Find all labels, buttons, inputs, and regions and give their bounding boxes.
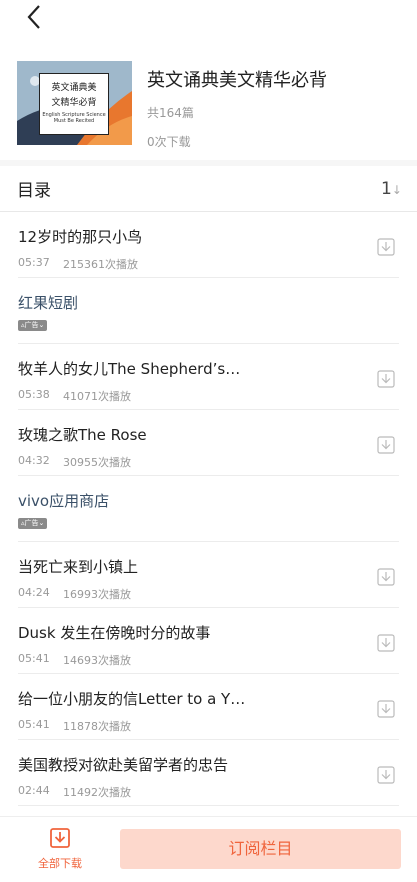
list-item[interactable]: 玫瑰之歌The Rose 04:32 30955次播放 (0, 410, 417, 476)
cover-subtitle: English Scripture Science Must Be Recite… (40, 112, 108, 124)
ad-item[interactable]: 红果短剧 ▵广告⌄ (0, 278, 417, 344)
item-plays: 11492次播放 (63, 786, 131, 799)
item-title: 当死亡来到小镇上 (18, 558, 139, 576)
item-duration: 04:32 (18, 454, 50, 467)
item-title: 玫瑰之歌The Rose (18, 426, 147, 444)
bottom-bar: 全部下载 订阅栏目 (0, 816, 417, 882)
cover-title-box: 英文诵典美 文精华必背 English Scripture Science Mu… (39, 73, 109, 135)
chevron-left-icon (27, 5, 40, 29)
ad-badge: ▵广告⌄ (18, 320, 48, 331)
ad-title: 红果短剧 (18, 294, 79, 312)
download-icon[interactable] (377, 568, 395, 586)
download-all-button[interactable]: 全部下载 (30, 827, 90, 871)
item-title: Dusk 发生在傍晚时分的故事 (18, 624, 211, 642)
item-plays: 14693次播放 (63, 654, 131, 667)
sort-label: 1 (381, 179, 392, 199)
download-all-icon (50, 828, 70, 848)
sort-arrow-icon: ↓ (391, 183, 402, 197)
item-plays: 215361次播放 (63, 258, 138, 271)
item-duration: 05:38 (18, 388, 50, 401)
download-icon[interactable] (377, 238, 395, 256)
item-duration: 04:24 (18, 586, 50, 599)
item-duration: 05:41 (18, 718, 50, 731)
download-icon[interactable] (377, 634, 395, 652)
section-divider (0, 160, 417, 166)
download-icon[interactable] (377, 436, 395, 454)
list-item[interactable]: 12岁时的那只小鸟 05:37 215361次播放 (0, 212, 417, 278)
item-title: 给一位小朋友的信Letter to a Y… (18, 690, 246, 708)
item-title: 牧羊人的女儿The Shepherd’s… (18, 360, 241, 378)
list-item[interactable]: 当死亡来到小镇上 04:24 16993次播放 (0, 542, 417, 608)
ad-badge: ▵广告⌄ (18, 518, 48, 529)
item-title: 12岁时的那只小鸟 (18, 228, 143, 246)
cover-title-line2: 文精华必背 (51, 98, 97, 108)
album-title: 英文诵典美文精华必背 (147, 70, 327, 91)
download-icon[interactable] (377, 370, 395, 388)
item-plays: 41071次播放 (63, 390, 131, 403)
subscribe-button[interactable]: 订阅栏目 (120, 829, 401, 869)
download-icon[interactable] (377, 700, 395, 718)
list-item[interactable]: 给一位小朋友的信Letter to a Y… 05:41 11878次播放 (0, 674, 417, 740)
list-item[interactable]: 牧羊人的女儿The Shepherd’s… 05:38 41071次播放 (0, 344, 417, 410)
download-icon[interactable] (377, 766, 395, 784)
item-plays: 30955次播放 (63, 456, 131, 469)
toc-heading: 目录 (17, 181, 51, 201)
ad-item[interactable]: vivo应用商店 ▵广告⌄ (0, 476, 417, 542)
item-duration: 05:37 (18, 256, 50, 269)
cover-subtitle-line2: Must Be Recited (53, 118, 95, 124)
list-item[interactable]: 美国教授对欲赴美留学者的忠告 02:44 11492次播放 (0, 740, 417, 806)
ad-title: vivo应用商店 (18, 492, 110, 510)
item-plays: 16993次播放 (63, 588, 131, 601)
sort-button[interactable]: 1↓ (381, 179, 402, 199)
item-plays: 11878次播放 (63, 720, 131, 733)
ad-badge-label: 广告 (24, 519, 39, 527)
download-all-label: 全部下载 (38, 857, 82, 870)
cover-title-line1: 英文诵典美 (51, 83, 97, 93)
album-cover[interactable]: 英文诵典美 文精华必背 English Scripture Science Mu… (17, 61, 132, 145)
back-button[interactable] (20, 2, 50, 32)
item-title: 美国教授对欲赴美留学者的忠告 (18, 756, 229, 774)
item-duration: 02:44 (18, 784, 50, 797)
row-divider (18, 805, 399, 806)
download-count: 0次下载 (147, 135, 191, 149)
list-item[interactable]: Dusk 发生在傍晚时分的故事 05:41 14693次播放 (0, 608, 417, 674)
ad-badge-label: 广告 (24, 321, 39, 329)
item-duration: 05:41 (18, 652, 50, 665)
episode-count: 共164篇 (147, 106, 194, 120)
